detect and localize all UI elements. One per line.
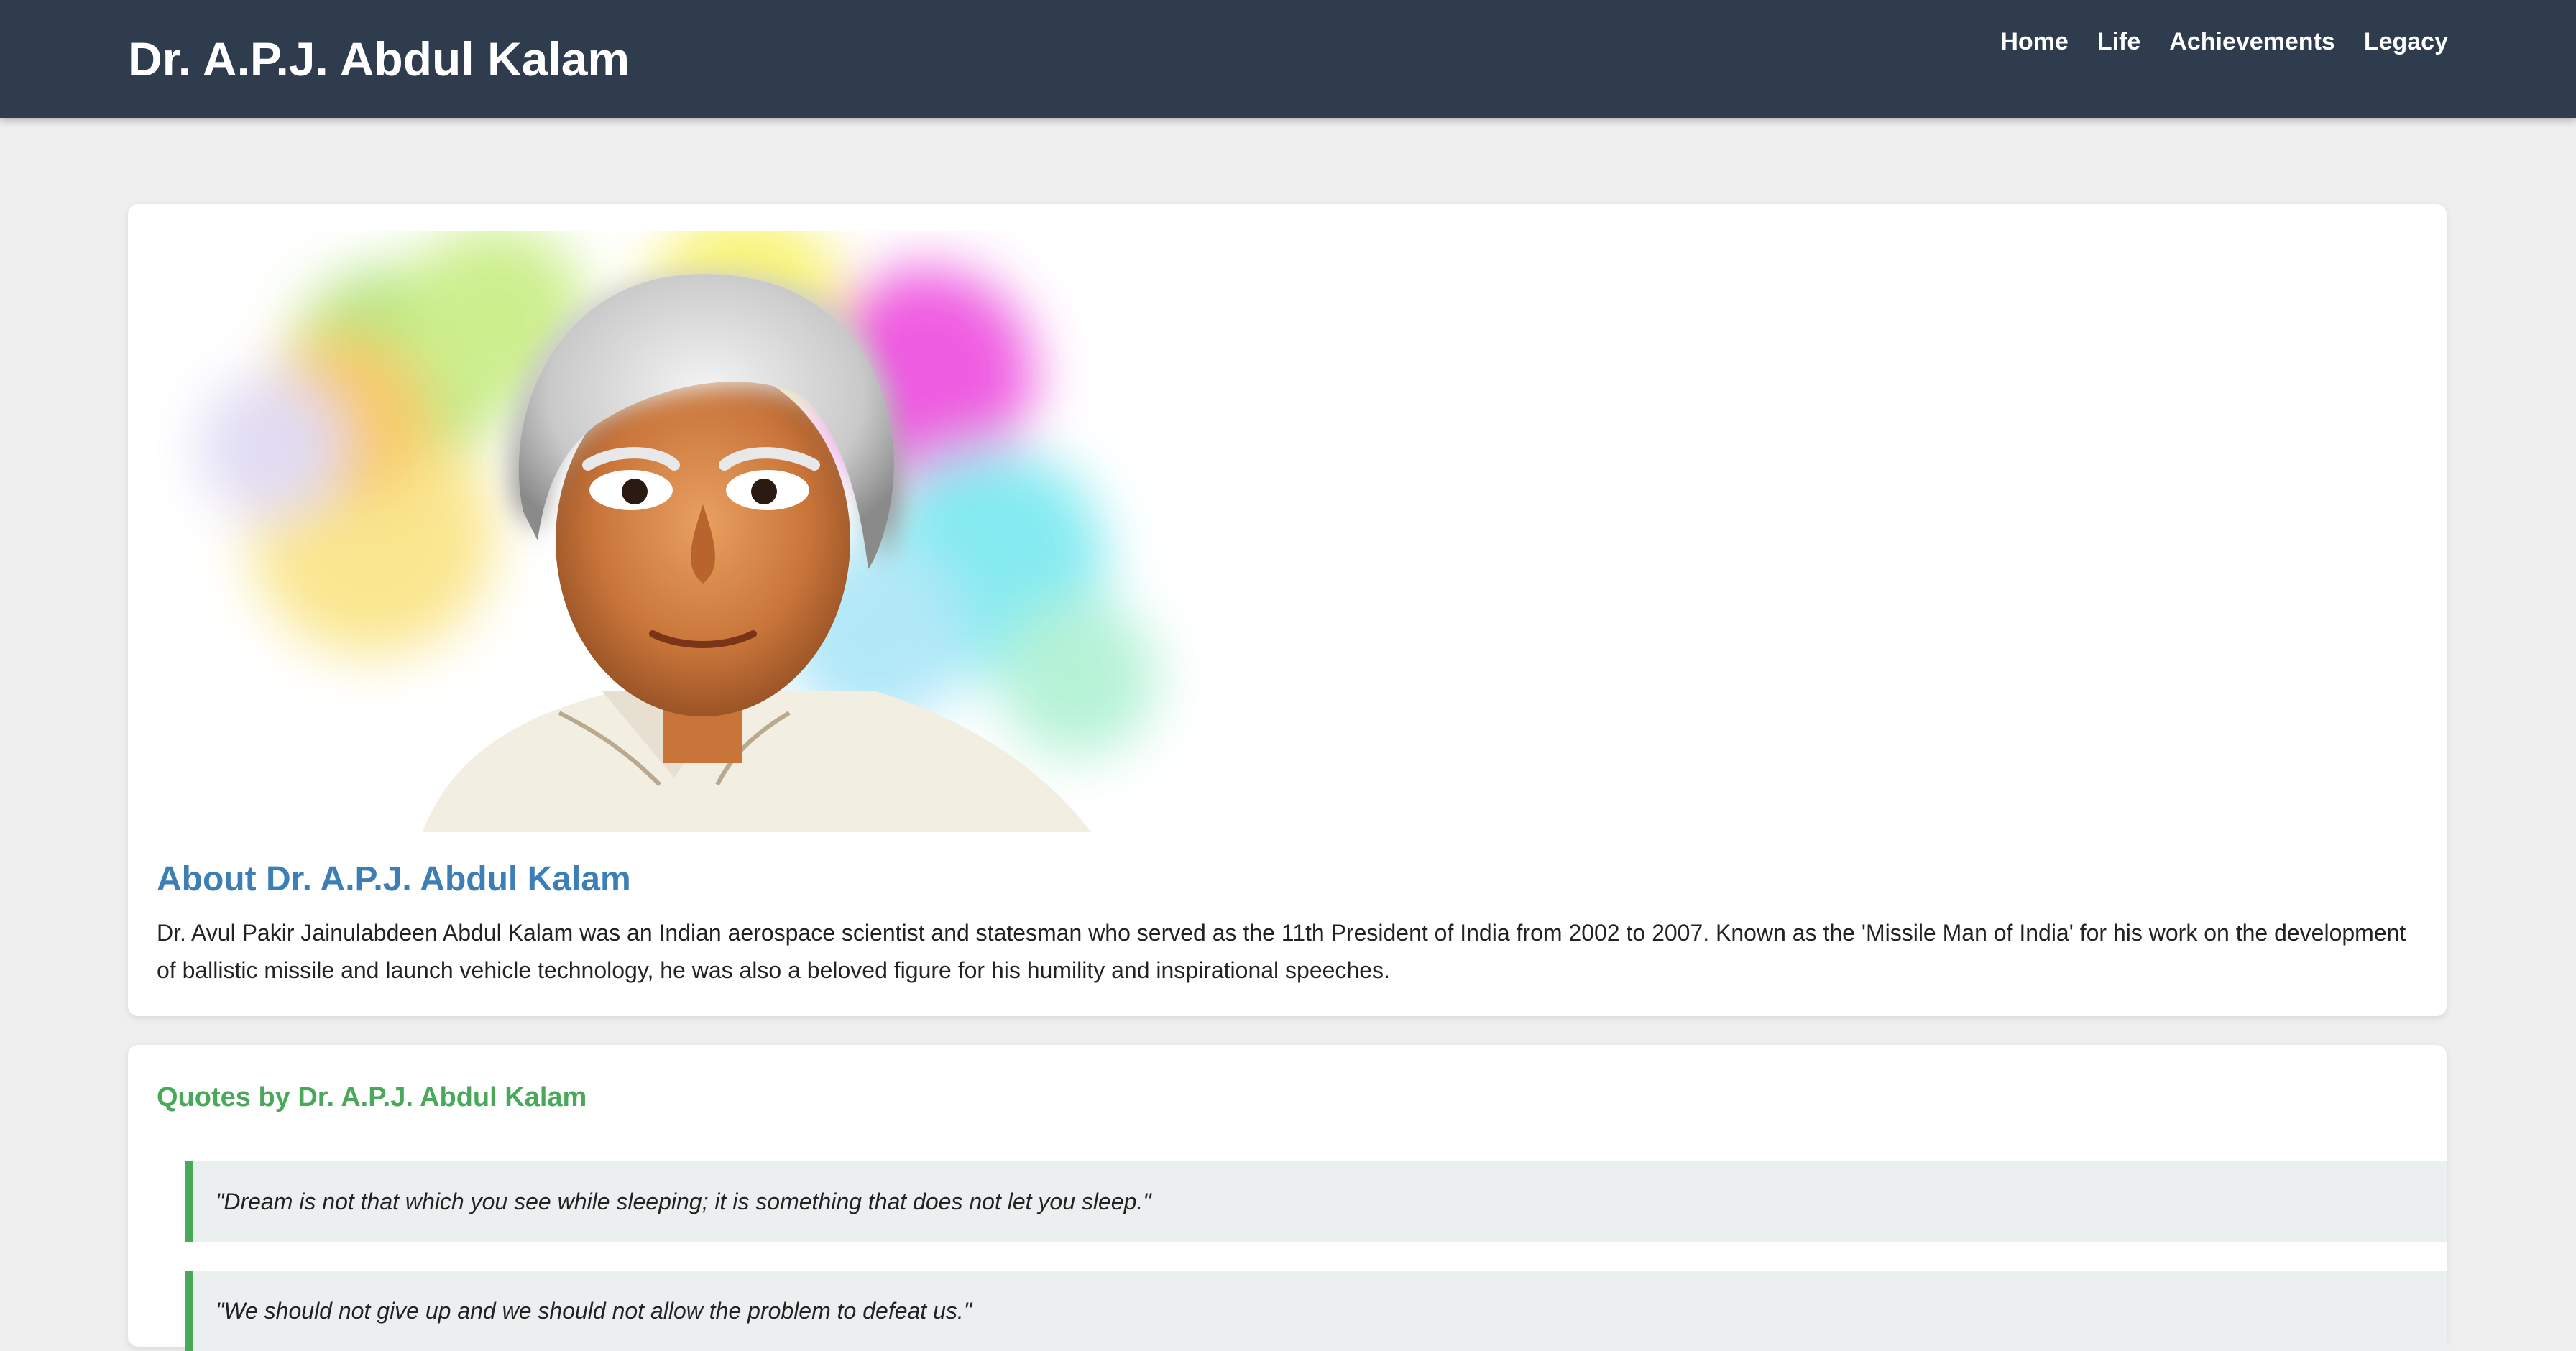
nav-link-legacy[interactable]: Legacy — [2364, 24, 2448, 59]
about-heading: About Dr. A.P.J. Abdul Kalam — [157, 860, 631, 898]
nav-link-life[interactable]: Life — [2097, 24, 2140, 59]
about-card: About Dr. A.P.J. Abdul Kalam Dr. Avul Pa… — [128, 204, 2447, 1016]
about-text: Dr. Avul Pakir Jainulabdeen Abdul Kalam … — [157, 920, 2406, 983]
nav-link-home[interactable]: Home — [2000, 24, 2068, 59]
nav-link-achievements[interactable]: Achievements — [2169, 24, 2335, 59]
main-nav: Home Life Achievements Legacy — [2000, 24, 2448, 59]
quotes-heading: Quotes by Dr. A.P.J. Abdul Kalam — [157, 1082, 587, 1112]
quote-item: "We should not give up and we should not… — [185, 1271, 2447, 1351]
quotes-card: Quotes by Dr. A.P.J. Abdul Kalam "Dream … — [128, 1045, 2447, 1351]
site-title[interactable]: Dr. A.P.J. Abdul Kalam — [128, 30, 630, 88]
quote-item: "Dream is not that which you see while s… — [185, 1161, 2447, 1242]
portrait-image — [200, 231, 1156, 832]
site-header: Dr. A.P.J. Abdul Kalam Home Life Achieve… — [0, 0, 2576, 118]
